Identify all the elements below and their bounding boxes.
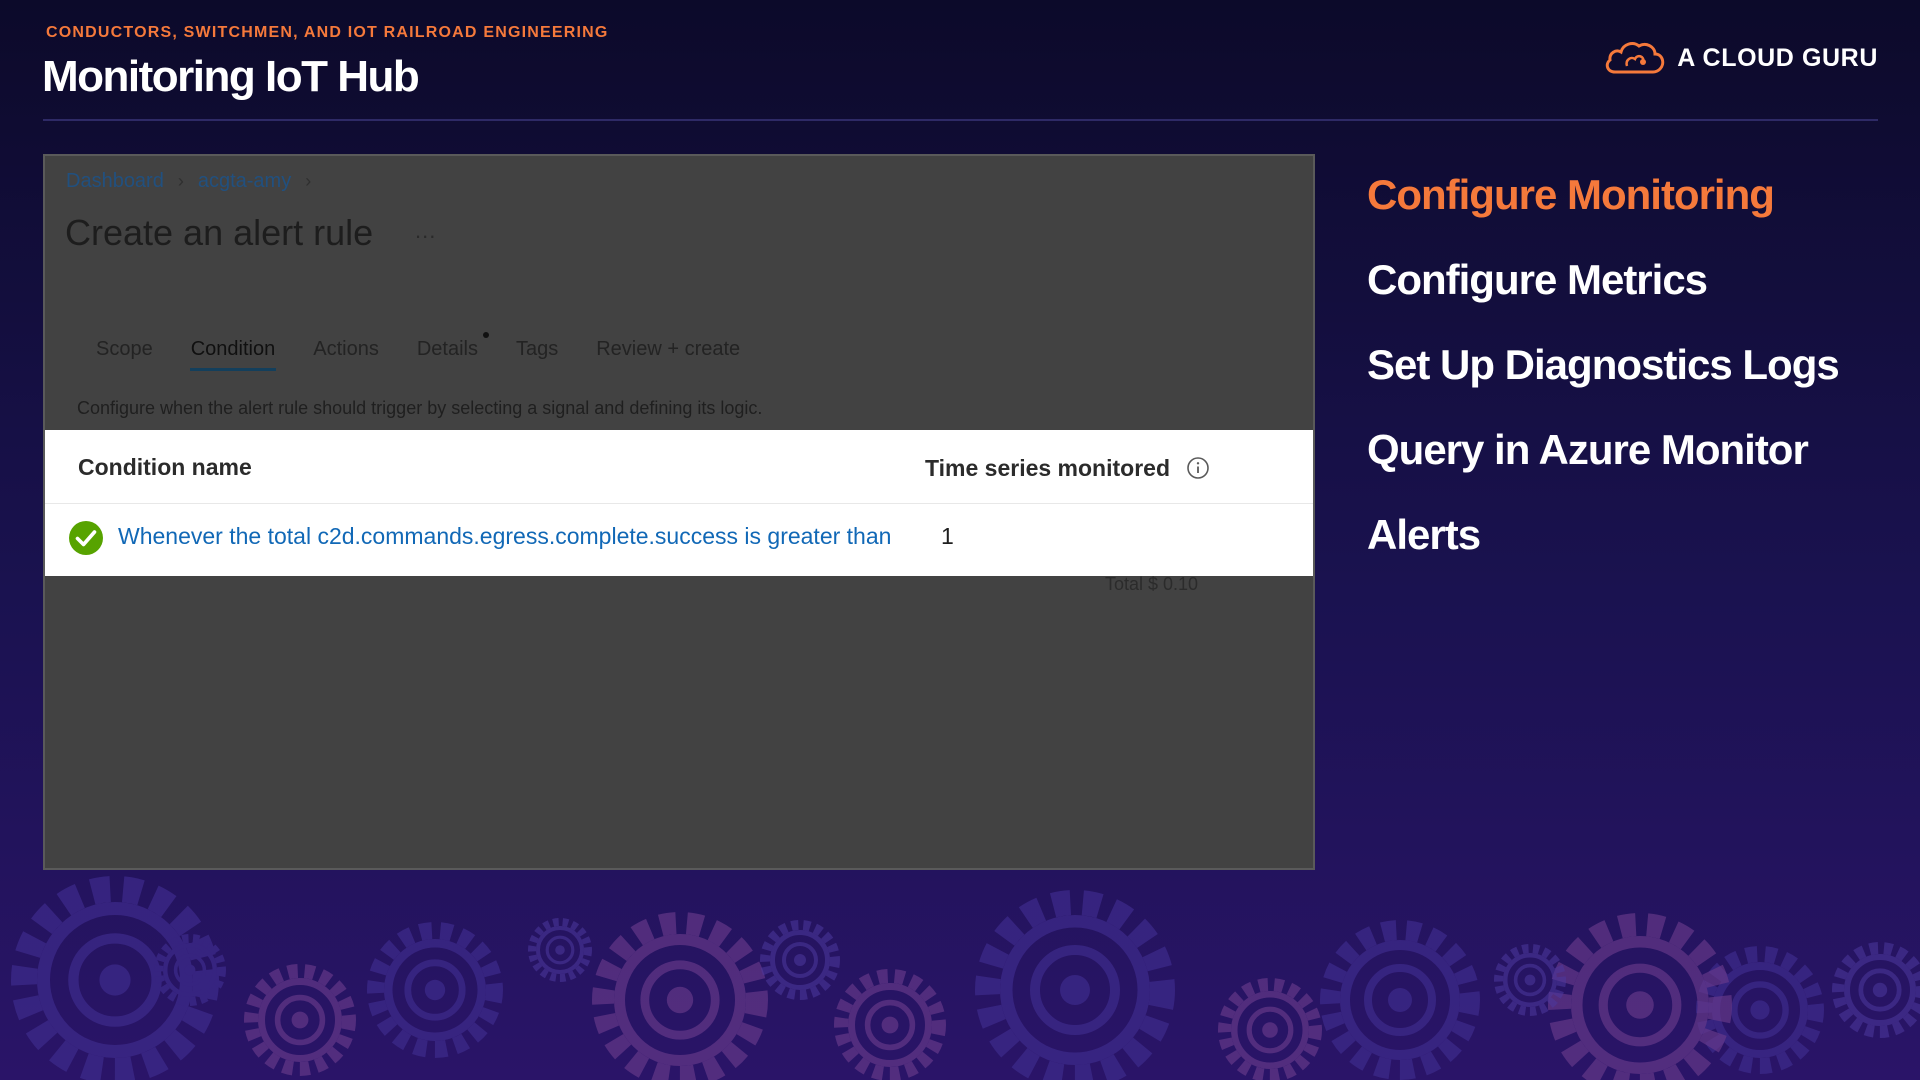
required-dot-icon: [482, 332, 489, 338]
header-divider: [43, 119, 1878, 121]
column-header-condition-name: Condition name: [78, 454, 252, 480]
success-check-icon: [69, 521, 103, 555]
more-options-icon[interactable]: ...: [415, 218, 436, 244]
portal-screenshot: Dashboard › acgta-amy › Create an alert …: [43, 154, 1315, 870]
chevron-right-icon: ›: [177, 171, 184, 191]
time-series-count: 1: [941, 523, 954, 549]
gears-decoration-icon: [0, 870, 1920, 1080]
tab-details[interactable]: Details: [398, 332, 497, 371]
info-icon[interactable]: [1186, 456, 1210, 480]
topic-diagnostics-logs: Set Up Diagnostics Logs: [1367, 341, 1840, 388]
chevron-right-icon: ›: [305, 171, 312, 191]
topic-configure-monitoring: Configure Monitoring: [1367, 171, 1775, 218]
table-row: Whenever the total c2d.commands.egress.c…: [45, 504, 1313, 576]
tab-condition[interactable]: Condition: [172, 338, 295, 371]
table-header: Condition name Time series monitored: [45, 430, 1313, 504]
condition-link[interactable]: Whenever the total c2d.commands.egress.c…: [118, 523, 910, 550]
tab-details-label: Details: [416, 338, 478, 360]
condition-description: Configure when the alert rule should tri…: [77, 398, 763, 418]
tab-tags[interactable]: Tags: [497, 338, 577, 371]
estimated-cost-text: Total $ 0.10: [1105, 574, 1199, 594]
slide-title: Monitoring IoT Hub: [42, 52, 420, 101]
course-eyebrow: CONDUCTORS, SWITCHMEN, AND IOT RAILROAD …: [46, 24, 609, 41]
breadcrumb: Dashboard › acgta-amy ›: [66, 170, 311, 193]
page-title: Create an alert rule: [65, 212, 374, 253]
brand-name: A CLOUD GURU: [1677, 43, 1878, 72]
brand-logo-group: A CLOUD GURU: [1603, 38, 1878, 78]
topic-configure-metrics: Configure Metrics: [1367, 256, 1708, 303]
column-header-time-series: Time series monitored: [925, 455, 1170, 481]
tab-actions[interactable]: Actions: [294, 338, 398, 371]
topic-query-azure-monitor: Query in Azure Monitor: [1367, 426, 1809, 473]
breadcrumb-dashboard[interactable]: Dashboard: [66, 170, 164, 193]
condition-table: Condition name Time series monitored Whe…: [45, 430, 1313, 576]
wizard-tabs: Scope Condition Actions Details Tags Rev…: [77, 332, 759, 371]
topic-list: Configure Monitoring Configure Metrics S…: [1367, 165, 1840, 590]
tab-review-create[interactable]: Review + create: [577, 338, 759, 371]
tab-scope[interactable]: Scope: [77, 338, 172, 371]
breadcrumb-resource[interactable]: acgta-amy: [198, 170, 291, 193]
cloud-logo-icon: [1606, 42, 1665, 74]
topic-alerts: Alerts: [1367, 511, 1481, 558]
